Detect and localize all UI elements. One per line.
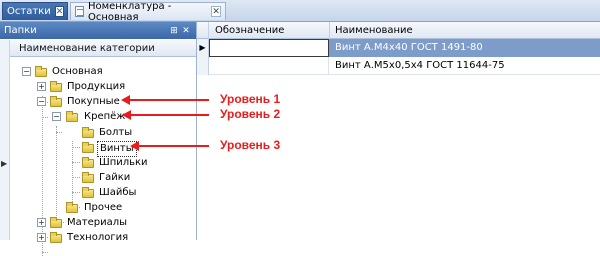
nomenclature-grid: Обозначение Наименование ▶ Винт А.М4х40 …	[197, 22, 600, 240]
tree-node-prochee[interactable]: Прочее	[0, 201, 196, 215]
annotation-label-1: Уровень 1	[220, 92, 281, 106]
tree-node-label: Шайбы	[99, 187, 137, 198]
category-tree[interactable]: ▶ Наименование категории − Основная + Пр…	[0, 40, 196, 256]
folder-icon	[35, 66, 47, 77]
close-icon[interactable]: ✕	[54, 6, 65, 17]
annotation-label-3: Уровень 3	[220, 138, 281, 152]
grid-header: Обозначение Наименование	[197, 22, 600, 39]
column-separator[interactable]	[329, 22, 330, 39]
tab-nomenclature[interactable]: Номенклатура - Основная ✕	[70, 0, 226, 23]
folder-icon	[66, 111, 78, 122]
expand-icon[interactable]: +	[37, 82, 46, 91]
annotation-arrow-1	[129, 99, 209, 101]
folders-panel: Папки ⊞ ✕ ▶ Наименование категории − Осн…	[0, 22, 197, 256]
document-icon	[75, 6, 84, 17]
tree-node-label: Покупные	[67, 96, 120, 107]
tree-node-shaiby[interactable]: Шайбы	[0, 186, 196, 200]
tree-node-label: Технология	[67, 232, 129, 243]
annotation-arrow-3	[138, 145, 209, 147]
tree-node-label: Продукция	[67, 81, 126, 92]
tree-node-label: Основная	[52, 66, 103, 77]
panel-title: Папки	[4, 25, 37, 36]
folder-icon	[50, 81, 62, 92]
table-row[interactable]: ▶ Винт А.М4х40 ГОСТ 1491-80	[197, 39, 600, 57]
tab-label: Номенклатура - Основная	[87, 0, 172, 23]
expand-icon[interactable]: +	[37, 233, 46, 242]
collapse-icon[interactable]: −	[52, 112, 61, 121]
tab-ostatki[interactable]: Остатки ✕	[2, 2, 68, 20]
folder-icon	[82, 127, 94, 138]
tree-node-pokupnye[interactable]: − Покупные	[0, 95, 196, 109]
tree-node-label: Прочее	[84, 202, 123, 213]
tree-node-label: Крепёж	[84, 111, 126, 122]
cell-name[interactable]: Винт А.М5х0,5х4 ГОСТ 11644-75	[329, 57, 600, 75]
table-row[interactable]: Винт А.М5х0,5х4 ГОСТ 11644-75	[197, 57, 600, 75]
tree-node-vinty[interactable]: Винты	[0, 141, 196, 157]
tab-strip: Остатки ✕ Номенклатура - Основная ✕	[0, 0, 600, 23]
close-icon[interactable]: ✕	[180, 26, 192, 36]
cell-name[interactable]: Винт А.М4х40 ГОСТ 1491-80	[329, 39, 600, 57]
tree-node-produktsiya[interactable]: + Продукция	[0, 80, 196, 94]
close-icon[interactable]: ✕	[211, 6, 221, 17]
folder-icon	[82, 142, 94, 153]
collapse-icon[interactable]: −	[22, 67, 31, 76]
folder-icon	[82, 157, 94, 168]
tree-connector	[42, 252, 48, 253]
collapse-icon[interactable]: −	[37, 97, 46, 106]
folder-icon	[50, 232, 62, 243]
tree-node-label: Гайки	[99, 172, 131, 183]
grid-corner	[197, 22, 209, 39]
folder-icon	[50, 96, 62, 107]
tree-node-osnovnaya[interactable]: − Основная	[0, 65, 196, 79]
tree-column-header[interactable]: Наименование категории	[10, 40, 196, 57]
folder-icon	[82, 187, 94, 198]
tree-node-label: Шпильки	[99, 157, 148, 168]
tree-node-label: Материалы	[67, 217, 127, 228]
expand-icon[interactable]: +	[37, 218, 46, 227]
tree-node-krepezh[interactable]: − Крепёж	[0, 110, 196, 124]
column-header-designation[interactable]: Обозначение	[215, 25, 284, 36]
row-indicator	[197, 57, 209, 75]
tree-node-materialy[interactable]: + Материалы	[0, 216, 196, 230]
folder-icon	[50, 217, 62, 228]
tree-node-shpilki[interactable]: Шпильки	[0, 156, 196, 170]
tree-node-gaiki[interactable]: Гайки	[0, 171, 196, 185]
tree-node-label: Болты	[99, 127, 133, 138]
tree-node-tekhnologiya[interactable]: + Технология	[0, 231, 196, 245]
cell-designation[interactable]	[209, 39, 329, 57]
pin-icon[interactable]: ⊞	[168, 26, 180, 36]
annotation-label-2: Уровень 2	[220, 107, 281, 121]
tab-label: Остатки	[7, 6, 51, 17]
annotation-arrow-2	[130, 114, 209, 116]
folder-icon	[82, 172, 94, 183]
column-header-name[interactable]: Наименование	[335, 25, 413, 36]
cell-designation[interactable]	[209, 57, 329, 75]
panel-header: Папки ⊞ ✕	[0, 22, 196, 39]
row-pointer-icon: ▶	[197, 39, 209, 57]
tree-node-bolty[interactable]: Болты	[0, 126, 196, 140]
folder-icon	[66, 202, 78, 213]
